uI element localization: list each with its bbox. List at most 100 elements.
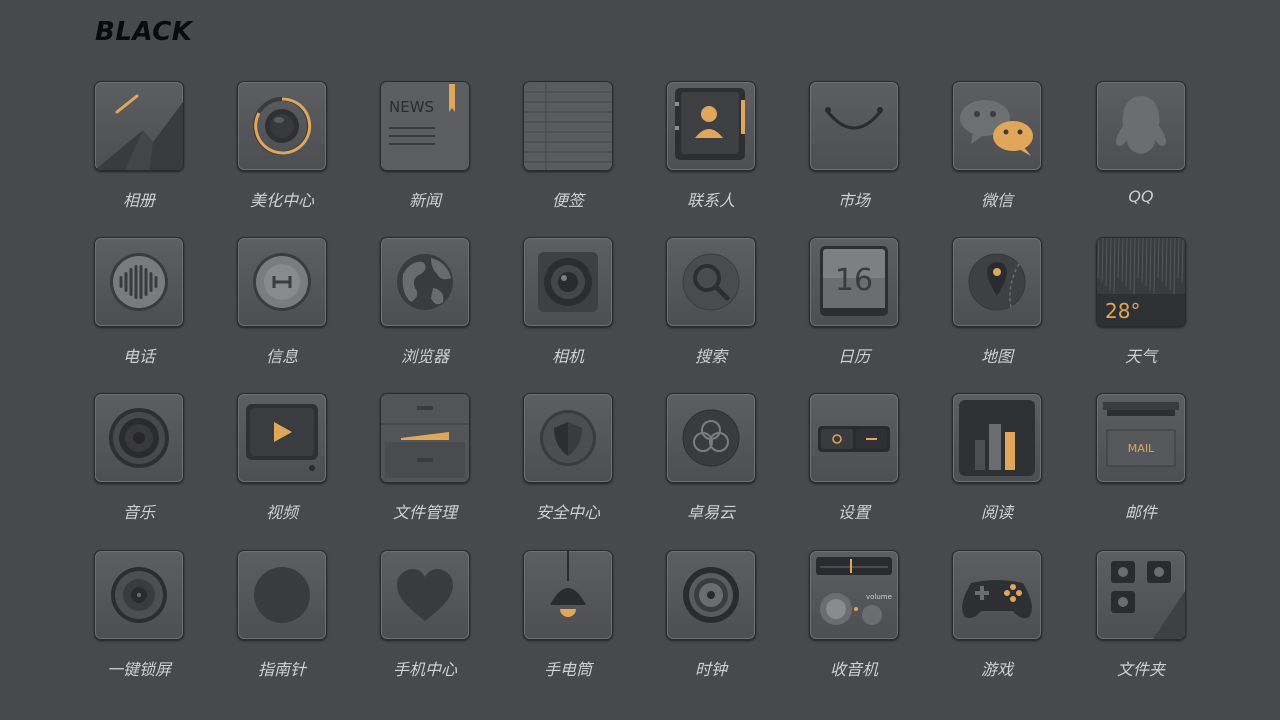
app-tile-market[interactable]: 市场	[788, 81, 918, 221]
app-label: 搜索	[694, 347, 727, 366]
app-tile-search[interactable]: 搜索	[645, 237, 775, 377]
app-tile-radio[interactable]: volume 收音机	[788, 550, 918, 690]
security-shield-icon[interactable]	[523, 393, 613, 483]
news-icon[interactable]: NEWS	[380, 81, 470, 171]
app-label: 游戏	[980, 660, 1013, 679]
flashlight-lamp-icon[interactable]	[523, 550, 613, 640]
app-label: 日历	[837, 347, 870, 366]
settings-toggle-icon[interactable]	[809, 393, 899, 483]
app-tile-browser-globe[interactable]: 浏览器	[359, 237, 489, 377]
app-label: 便签	[551, 191, 584, 210]
app-tile-lock-screen[interactable]: 一键锁屏	[73, 550, 203, 690]
phone-icon[interactable]	[94, 237, 184, 327]
folder-icon[interactable]	[1096, 550, 1186, 640]
clock-icon[interactable]	[666, 550, 756, 640]
album-icon[interactable]	[94, 81, 184, 171]
mail-icon[interactable]: MAIL	[1096, 393, 1186, 483]
app-tile-map-pin[interactable]: 地图	[931, 237, 1061, 377]
app-label: 电话	[122, 347, 155, 366]
svg-text:28°: 28°	[1105, 299, 1140, 323]
svg-text:NEWS: NEWS	[389, 98, 434, 116]
app-label: 安全中心	[535, 503, 600, 522]
weather-icon[interactable]: 28°	[1096, 237, 1186, 327]
app-tile-album[interactable]: 相册	[73, 81, 203, 221]
app-tile-notes[interactable]: 便签	[502, 81, 632, 221]
icon-grid: 相册 美化中心 NEWS 新闻 便签 联系人 市场 微信 QQ 电话 信息 浏览…	[0, 0, 1280, 720]
app-tile-settings-toggle[interactable]: 设置	[788, 393, 918, 533]
app-tile-security-shield[interactable]: 安全中心	[502, 393, 632, 533]
svg-text:volume: volume	[866, 593, 892, 601]
messages-icon[interactable]	[237, 237, 327, 327]
cloud-icon[interactable]	[666, 393, 756, 483]
app-tile-compass[interactable]: 指南针	[216, 550, 346, 690]
map-pin-icon[interactable]	[952, 237, 1042, 327]
app-tile-folder[interactable]: 文件夹	[1075, 550, 1205, 690]
wechat-icon[interactable]	[952, 81, 1042, 171]
compass-icon[interactable]	[237, 550, 327, 640]
app-label: 天气	[1124, 347, 1157, 366]
app-tile-phone-center-heart[interactable]: 手机中心	[359, 550, 489, 690]
app-label: 手机中心	[392, 660, 457, 679]
app-tile-contacts[interactable]: 联系人	[645, 81, 775, 221]
calendar-icon[interactable]: 16	[809, 237, 899, 327]
app-tile-video-play[interactable]: 视频	[216, 393, 346, 533]
app-label: 相机	[551, 347, 584, 366]
theme-center-icon[interactable]	[237, 81, 327, 171]
radio-icon[interactable]: volume	[809, 550, 899, 640]
svg-text:16: 16	[835, 263, 873, 298]
app-tile-music-speaker[interactable]: 音乐	[73, 393, 203, 533]
contacts-icon[interactable]	[666, 81, 756, 171]
app-label: 视频	[265, 503, 298, 522]
music-speaker-icon[interactable]	[94, 393, 184, 483]
app-tile-camera[interactable]: 相机	[502, 237, 632, 377]
app-label: 美化中心	[249, 191, 314, 210]
app-tile-messages[interactable]: 信息	[216, 237, 346, 377]
app-label: QQ	[1128, 187, 1154, 206]
app-label: 地图	[980, 347, 1013, 366]
notes-icon[interactable]	[523, 81, 613, 171]
app-tile-cloud[interactable]: 卓易云	[645, 393, 775, 533]
reading-books-icon[interactable]	[952, 393, 1042, 483]
app-tile-theme-center[interactable]: 美化中心	[216, 81, 346, 221]
app-label: 文件管理	[392, 503, 457, 522]
app-label: 设置	[837, 503, 870, 522]
app-tile-mail[interactable]: MAIL 邮件	[1075, 393, 1205, 533]
qq-icon[interactable]	[1096, 81, 1186, 171]
app-label: 阅读	[980, 503, 1013, 522]
app-label: 时钟	[694, 660, 727, 679]
app-label: 联系人	[686, 191, 735, 210]
app-tile-file-drawer[interactable]: 文件管理	[359, 393, 489, 533]
browser-globe-icon[interactable]	[380, 237, 470, 327]
app-label: 微信	[980, 191, 1013, 210]
svg-text:MAIL: MAIL	[1128, 442, 1155, 455]
app-tile-wechat[interactable]: 微信	[931, 81, 1061, 221]
app-tile-calendar[interactable]: 16 日历	[788, 237, 918, 377]
search-icon[interactable]	[666, 237, 756, 327]
app-label: 卓易云	[686, 503, 735, 522]
file-drawer-icon[interactable]	[380, 393, 470, 483]
app-label: 信息	[265, 347, 298, 366]
app-tile-flashlight-lamp[interactable]: 手电筒	[502, 550, 632, 690]
app-tile-reading-books[interactable]: 阅读	[931, 393, 1061, 533]
phone-center-heart-icon[interactable]	[380, 550, 470, 640]
lock-screen-icon[interactable]	[94, 550, 184, 640]
app-label: 相册	[122, 191, 155, 210]
app-label: 市场	[837, 191, 870, 210]
app-label: 浏览器	[400, 347, 449, 366]
app-label: 一键锁屏	[106, 660, 171, 679]
app-tile-weather[interactable]: 28° 天气	[1075, 237, 1205, 377]
app-tile-clock[interactable]: 时钟	[645, 550, 775, 690]
camera-icon[interactable]	[523, 237, 613, 327]
gamepad-icon[interactable]	[952, 550, 1042, 640]
app-label: 文件夹	[1116, 660, 1165, 679]
app-tile-gamepad[interactable]: 游戏	[931, 550, 1061, 690]
app-tile-qq[interactable]: QQ	[1075, 81, 1205, 221]
app-tile-phone[interactable]: 电话	[73, 237, 203, 377]
app-label: 指南针	[257, 660, 306, 679]
video-play-icon[interactable]	[237, 393, 327, 483]
app-tile-news[interactable]: NEWS 新闻	[359, 81, 489, 221]
app-label: 手电筒	[543, 660, 592, 679]
market-icon[interactable]	[809, 81, 899, 171]
app-label: 音乐	[122, 503, 155, 522]
app-label: 收音机	[829, 660, 878, 679]
